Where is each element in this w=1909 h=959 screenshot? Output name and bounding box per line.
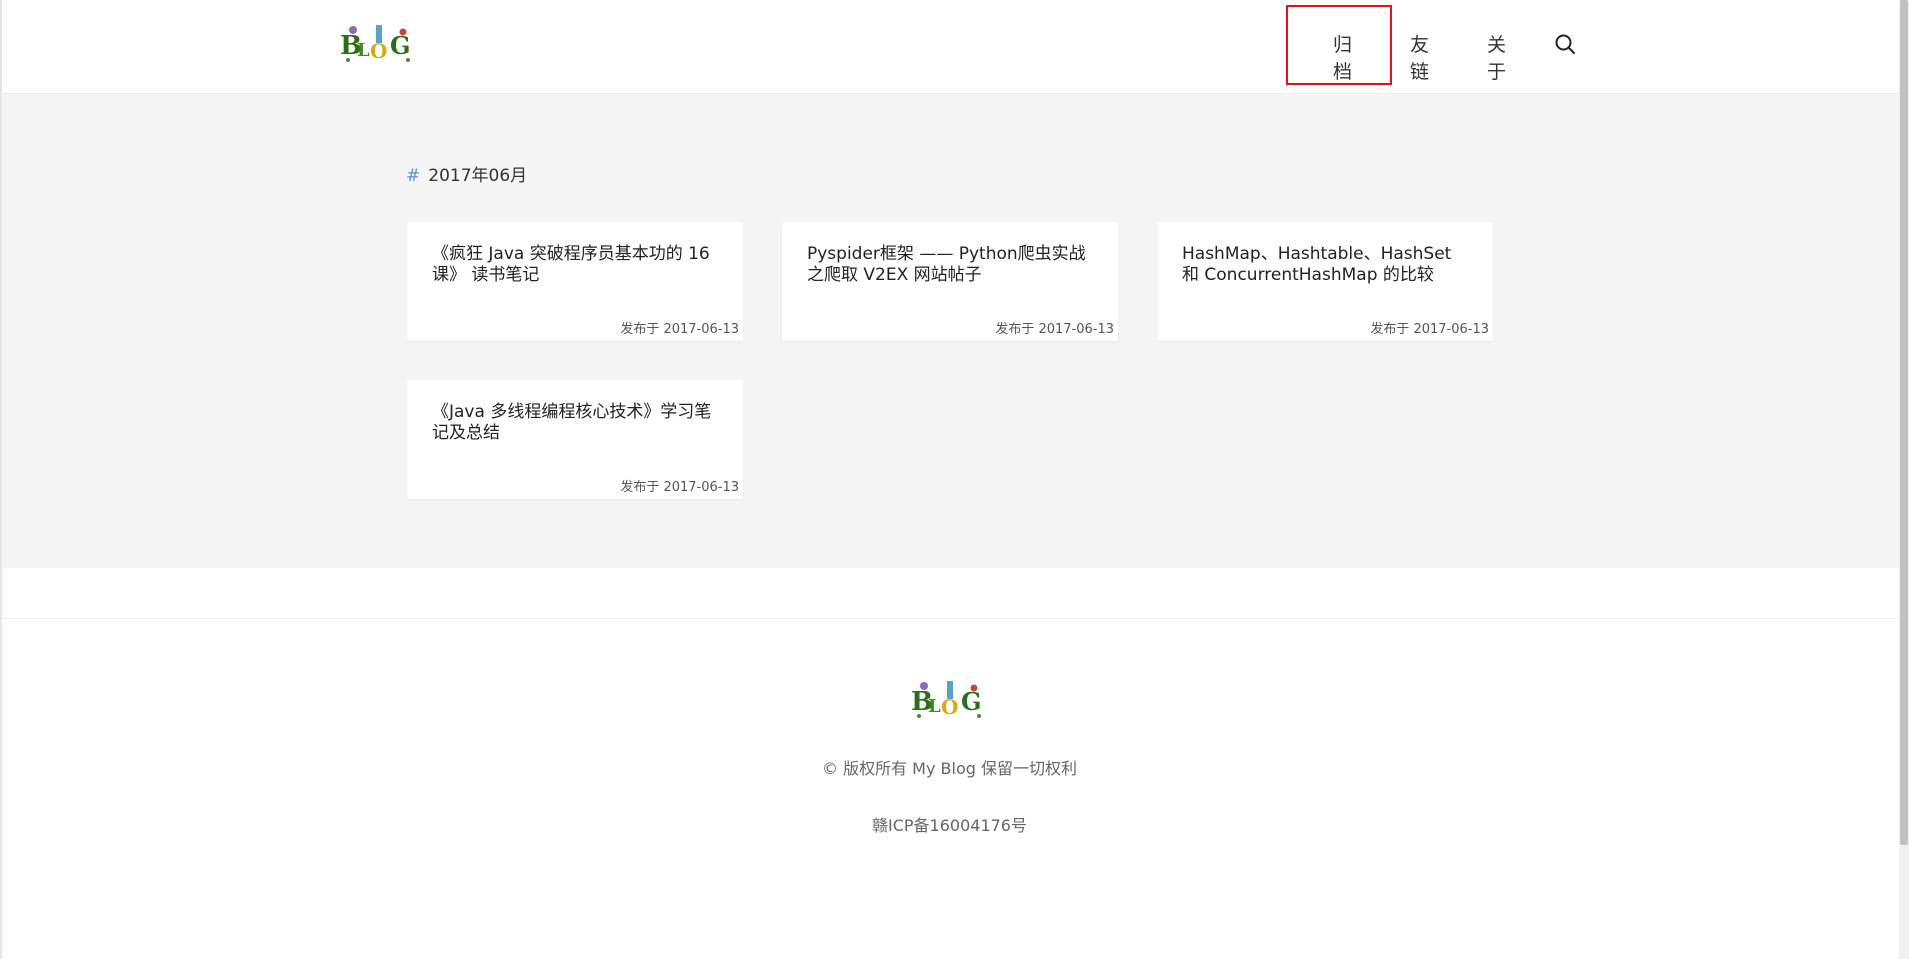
nav-item-archive[interactable]: 归档	[1333, 30, 1352, 84]
hash-icon: #	[406, 166, 421, 186]
footer-copyright: © 版权所有 My Blog 保留一切权利	[822, 759, 1077, 778]
post-card[interactable]: Pyspider框架 —— Python爬虫实战之爬取 V2EX 网站帖子 发布…	[782, 222, 1118, 341]
archive-section: #2017年06月 《疯狂 Java 突破程序员基本功的 16 课》 读书笔记 …	[2, 95, 1899, 568]
post-date: 发布于 2017-06-13	[1370, 322, 1489, 337]
archive-month-label: 2017年06月	[428, 166, 528, 186]
nav-item-about[interactable]: 关于	[1487, 30, 1506, 84]
post-date: 发布于 2017-06-13	[620, 480, 739, 495]
post-title[interactable]: 《Java 多线程编程核心技术》学习笔记及总结	[432, 402, 722, 444]
post-title[interactable]: Pyspider框架 —— Python爬虫实战之爬取 V2EX 网站帖子	[807, 244, 1097, 286]
post-date: 发布于 2017-06-13	[620, 322, 739, 337]
post-card[interactable]: HashMap、Hashtable、HashSet 和 ConcurrentHa…	[1157, 222, 1493, 341]
search-icon[interactable]	[1554, 33, 1576, 55]
blog-logo[interactable]: B L O G	[340, 22, 416, 66]
svg-text:G: G	[961, 687, 982, 716]
post-date: 发布于 2017-06-13	[995, 322, 1114, 337]
scroll-down-arrow-icon[interactable]	[1899, 945, 1909, 959]
svg-text:G: G	[390, 31, 411, 60]
post-title[interactable]: HashMap、Hashtable、HashSet 和 ConcurrentHa…	[1182, 244, 1472, 286]
footer-logo[interactable]: B L O G	[911, 678, 987, 722]
footer-divider	[2, 618, 1899, 619]
post-title[interactable]: 《疯狂 Java 突破程序员基本功的 16 课》 读书笔记	[432, 244, 722, 286]
post-card[interactable]: 《Java 多线程编程核心技术》学习笔记及总结 发布于 2017-06-13	[407, 380, 743, 499]
scrollbar-thumb[interactable]	[1900, 0, 1908, 845]
site-header: B L O G 归档 友链 关于	[2, 0, 1899, 94]
page: B L O G 归档 友链 关于 #2017年06月 《疯狂 Java 突破程序…	[0, 0, 1909, 959]
svg-text:L: L	[357, 40, 370, 61]
nav-item-links[interactable]: 友链	[1410, 30, 1429, 84]
archive-month-heading: #2017年06月	[406, 161, 527, 186]
post-card[interactable]: 《疯狂 Java 突破程序员基本功的 16 课》 读书笔记 发布于 2017-0…	[407, 222, 743, 341]
footer-icp-link[interactable]: 赣ICP备16004176号	[0, 812, 1899, 836]
scrollbar[interactable]	[1899, 0, 1909, 959]
svg-text:L: L	[928, 696, 941, 717]
